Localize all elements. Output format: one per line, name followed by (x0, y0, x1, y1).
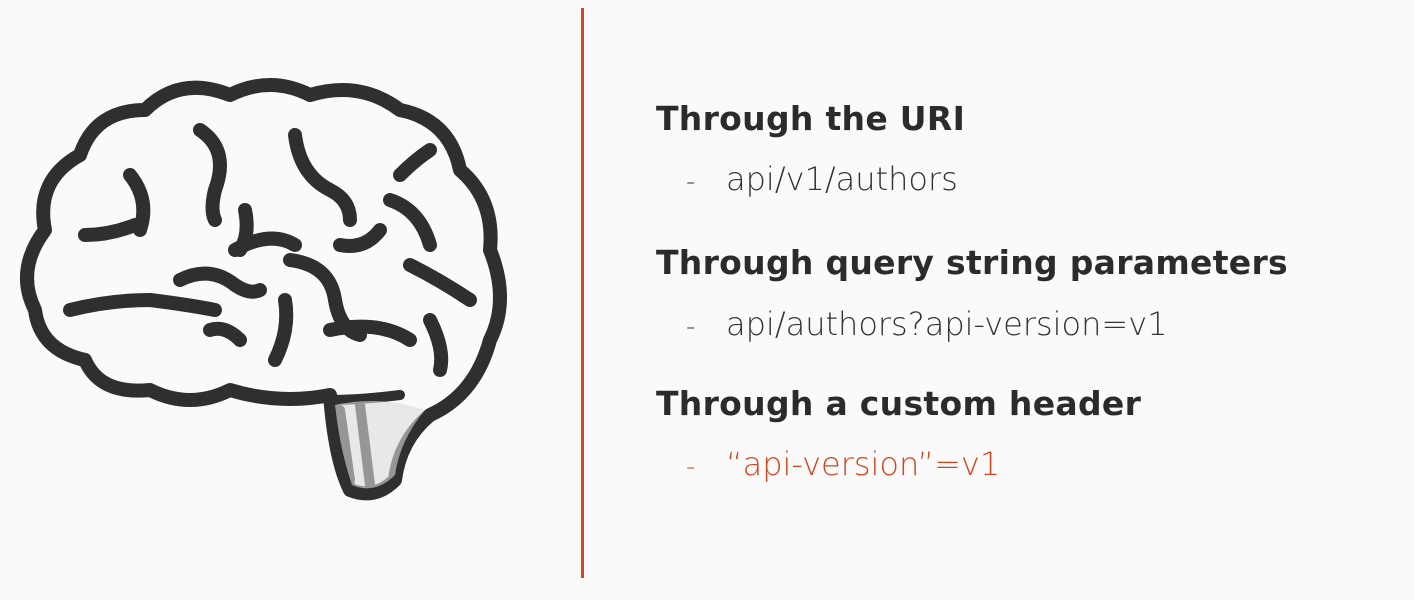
item-text: api/v1/authors (726, 160, 958, 198)
item-text: api/authors?api-version=v1 (726, 305, 1168, 343)
bullet: - (686, 312, 696, 342)
bullet: - (686, 452, 696, 482)
heading-query-string: Through query string parameters (656, 243, 1288, 282)
heading-uri: Through the URI (656, 99, 966, 138)
list-item-query-string: - api/authors?api-version=v1 (686, 305, 1168, 343)
list-item-uri: - api/v1/authors (686, 160, 958, 198)
bullet: - (686, 167, 696, 197)
brain-icon (20, 78, 507, 501)
divider (581, 8, 584, 578)
list-item-custom-header: - “api-version”=v1 (686, 445, 1000, 483)
item-text: “api-version”=v1 (726, 445, 1001, 483)
heading-custom-header: Through a custom header (656, 384, 1142, 423)
